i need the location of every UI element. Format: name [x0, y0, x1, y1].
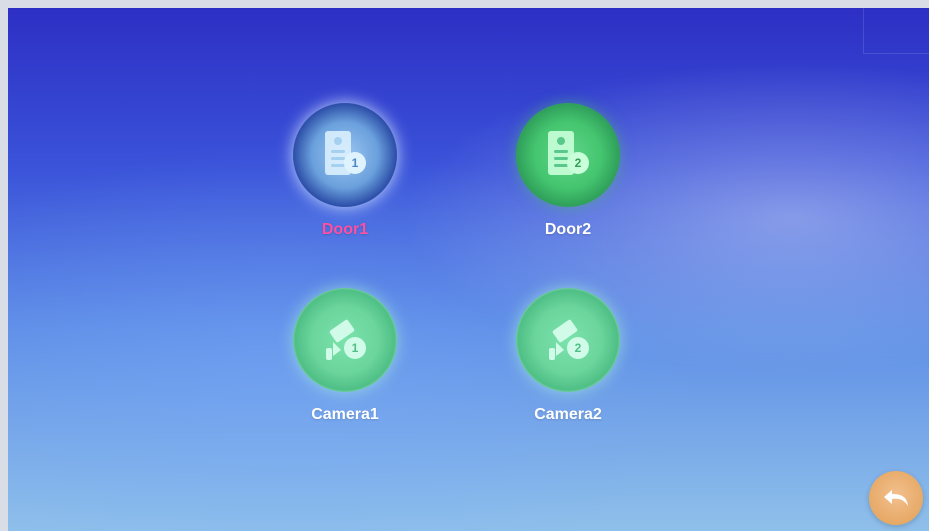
- door2-label[interactable]: Door2: [503, 221, 633, 239]
- door1-number-badge: 1: [352, 156, 359, 170]
- camera-icon: 1: [313, 308, 377, 372]
- camera1-label[interactable]: Camera1: [280, 406, 410, 424]
- camera1-tile[interactable]: 1 Camera1: [280, 288, 410, 424]
- door2-button[interactable]: 2: [516, 103, 620, 207]
- intercom-door-icon: 1: [315, 125, 375, 185]
- camera-icon: 2: [536, 308, 600, 372]
- camera1-button[interactable]: 1: [293, 288, 397, 392]
- camera1-number-badge: 1: [352, 341, 359, 355]
- camera2-tile[interactable]: 2 Camera2: [503, 288, 633, 424]
- intercom-door-icon: 2: [538, 125, 598, 185]
- screen: 1 Door1 2 Door2 1 Camera1 2 Camera2: [8, 8, 929, 531]
- door2-tile[interactable]: 2 Door2: [503, 103, 633, 239]
- camera2-number-badge: 2: [575, 341, 582, 355]
- door2-number-badge: 2: [575, 156, 582, 170]
- door1-label[interactable]: Door1: [280, 221, 410, 239]
- back-button[interactable]: [869, 471, 923, 525]
- camera2-button[interactable]: 2: [516, 288, 620, 392]
- door1-tile[interactable]: 1 Door1: [280, 103, 410, 239]
- camera2-label[interactable]: Camera2: [503, 406, 633, 424]
- door1-button[interactable]: 1: [293, 103, 397, 207]
